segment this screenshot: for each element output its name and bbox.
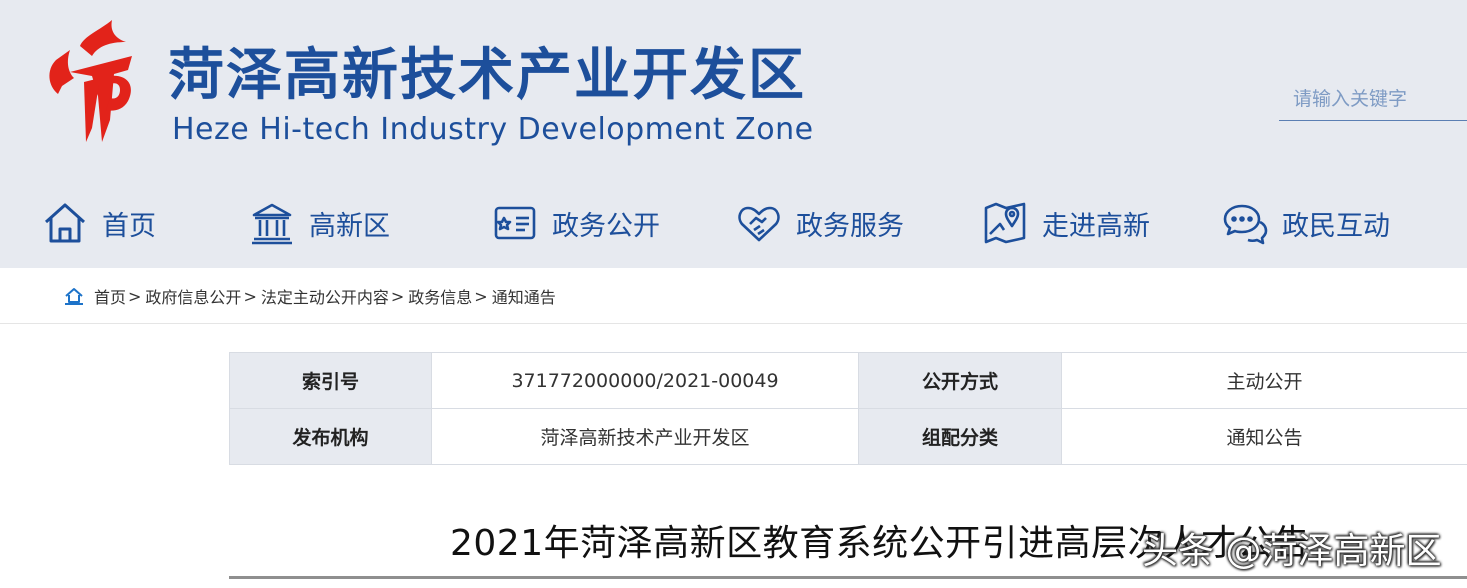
nav-label: 政务服务: [796, 210, 904, 242]
nav-item-government-affairs-disclosure[interactable]: 政务公开: [492, 190, 660, 256]
nav-item-home[interactable]: 首页: [42, 190, 156, 256]
document-meta-table: 索引号 371772000000/2021-00049 公开方式 主动公开 发布…: [229, 352, 1467, 465]
breadcrumb-separator: >: [128, 286, 142, 306]
breadcrumb-notices[interactable]: 通知通告: [492, 284, 556, 308]
site-header: 菏泽高新技术产业开发区 Heze Hi-tech Industry Develo…: [0, 0, 1467, 268]
breadcrumb-bar: 首页 > 政府信息公开 > 法定主动公开内容 > 政务信息 > 通知通告: [0, 268, 1467, 324]
nav-item-about-hi-tech[interactable]: 走进高新: [982, 190, 1150, 256]
category-label: 组配分类: [858, 408, 1062, 465]
handshake-icon: [738, 206, 780, 242]
home-icon: [44, 203, 86, 243]
main-nav: 首页 高新区 政务公开 政务服务 走进高新 政民互动: [0, 190, 1467, 256]
table-row: 发布机构 菏泽高新技术产业开发区 组配分类 通知公告: [229, 408, 1467, 465]
publisher-value: 菏泽高新技术产业开发区: [431, 408, 859, 465]
breadcrumb-separator: >: [390, 286, 405, 306]
breadcrumb-separator: >: [243, 286, 257, 306]
breadcrumb-separator: >: [474, 286, 488, 306]
map-icon: [984, 202, 1026, 244]
index-number-label: 索引号: [229, 352, 432, 409]
title-divider: [229, 576, 1467, 579]
nav-item-government-services[interactable]: 政务服务: [736, 190, 904, 256]
home-icon: [65, 288, 83, 305]
category-value: 通知公告: [1061, 408, 1467, 465]
disclosure-mode-value: 主动公开: [1061, 352, 1467, 409]
breadcrumb-home[interactable]: 首页: [94, 284, 126, 308]
nav-label: 走进高新: [1042, 210, 1150, 242]
building-icon: [252, 203, 292, 245]
search-input[interactable]: [1279, 78, 1467, 120]
source-watermark: 头条 @菏泽高新区: [1142, 531, 1442, 572]
disclosure-mode-label: 公开方式: [858, 352, 1062, 409]
nav-label: 首页: [102, 210, 156, 242]
id-card-icon: [494, 206, 536, 240]
nav-item-hi-tech-zone[interactable]: 高新区: [249, 190, 390, 256]
hi-tech-zone-logo[interactable]: [40, 16, 140, 148]
table-row: 索引号 371772000000/2021-00049 公开方式 主动公开: [229, 352, 1467, 409]
index-number-value: 371772000000/2021-00049: [431, 352, 859, 409]
breadcrumb-statutory-content[interactable]: 法定主动公开内容: [261, 284, 389, 308]
search-box: [1279, 78, 1467, 121]
site-title: 菏泽高新技术产业开发区: [168, 43, 806, 108]
chat-icon: [1223, 204, 1268, 245]
nav-label: 高新区: [309, 210, 390, 242]
nav-item-public-interaction[interactable]: 政民互动: [1222, 190, 1390, 256]
nav-label: 政务公开: [552, 210, 660, 242]
nav-label: 政民互动: [1282, 210, 1390, 242]
breadcrumb-government-info[interactable]: 政府信息公开: [145, 284, 241, 308]
breadcrumb-government-news[interactable]: 政务信息: [408, 284, 472, 308]
breadcrumb: 首页 > 政府信息公开 > 法定主动公开内容 > 政务信息 > 通知通告: [64, 284, 556, 308]
site-subtitle: Heze Hi-tech Industry Development Zone: [172, 112, 814, 147]
publisher-label: 发布机构: [229, 408, 432, 465]
